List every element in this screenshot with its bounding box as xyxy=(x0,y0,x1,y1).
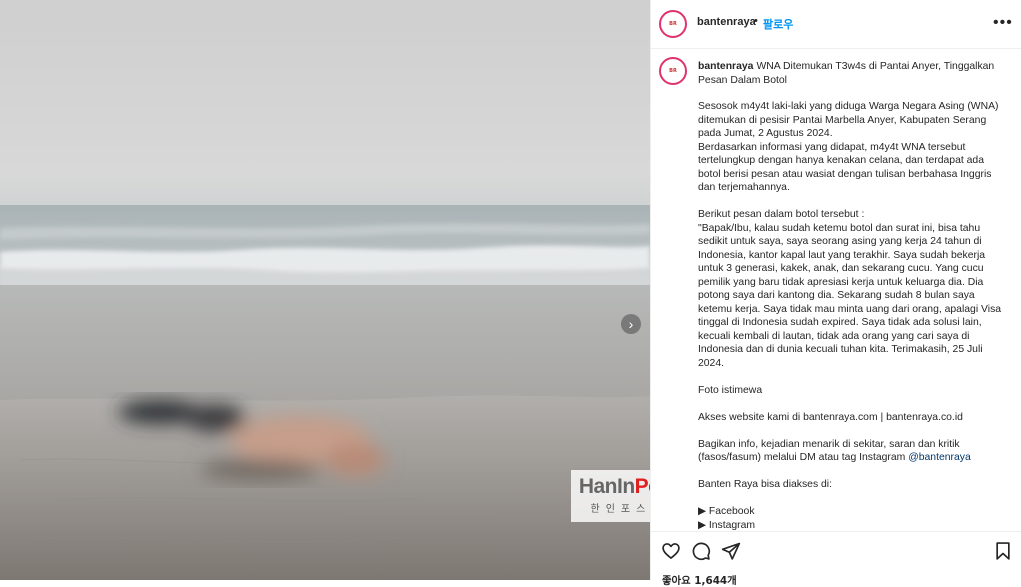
comment-icon[interactable] xyxy=(691,541,711,561)
separator-dot: • xyxy=(754,15,758,27)
mention-link[interactable]: @bantenraya xyxy=(908,452,971,463)
caption-body: Sesosok m4y4t laki-laki yang diduga Warg… xyxy=(698,100,1006,531)
avatar-logo-icon: BR xyxy=(669,21,677,27)
avatar[interactable]: BR xyxy=(659,10,687,38)
bookmark-icon[interactable] xyxy=(993,541,1013,561)
watermark-subtitle: 한인포스트 xyxy=(590,504,651,515)
hanin-post-watermark: HanInPost 한인포스트 xyxy=(571,470,650,522)
post-actions: 좋아요 1,644개 xyxy=(651,531,1021,587)
caption-text: Sesosok m4y4t laki-laki yang diduga Warg… xyxy=(698,101,1002,463)
heart-icon[interactable] xyxy=(661,541,681,561)
caption-username[interactable]: bantenraya xyxy=(698,61,753,72)
watermark-title: HanInPost xyxy=(571,475,650,499)
chevron-right-icon: › xyxy=(628,316,634,332)
caption-avatar[interactable]: BR xyxy=(659,57,687,85)
post-sidebar: BR bantenraya • 팔로우 ••• BR bantenraya WNA… xyxy=(651,0,1021,587)
caption-title: bantenraya WNA Ditemukan T3w4s di Pantai … xyxy=(698,60,998,87)
share-icon[interactable] xyxy=(721,541,741,561)
caption-scroll-area[interactable]: BR bantenraya WNA Ditemukan T3w4s di Pant… xyxy=(651,49,1021,531)
watermark-title-a: HanIn xyxy=(578,475,635,498)
follow-button[interactable]: 팔로우 xyxy=(763,16,793,32)
beach-photo-image xyxy=(0,205,650,580)
post-photo[interactable]: › HanInPost 한인포스트 xyxy=(0,0,650,580)
post-header: BR bantenraya • 팔로우 ••• xyxy=(651,0,1021,49)
carousel-next-button[interactable]: › xyxy=(621,314,641,334)
avatar-logo-icon: BR xyxy=(669,68,677,74)
watermark-title-b: Post xyxy=(634,475,650,498)
header-username[interactable]: bantenraya xyxy=(697,16,756,28)
caption-text-end: Banten Raya bisa diakses di: ▶ Facebook … xyxy=(698,479,833,531)
more-horizontal-icon[interactable]: ••• xyxy=(993,14,1013,32)
